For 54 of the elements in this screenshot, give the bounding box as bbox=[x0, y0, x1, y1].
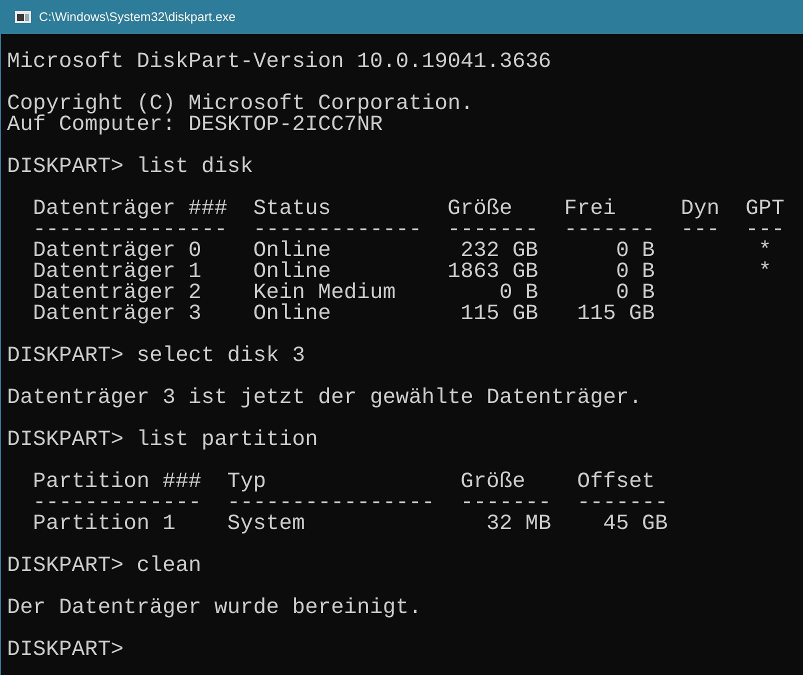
table-cell-text: 115 GB bbox=[459, 304, 538, 325]
table-cell-text: Datenträger 3 bbox=[32, 304, 202, 325]
header-rule: ------- bbox=[448, 220, 538, 241]
table-cell-text: Partition 1 bbox=[32, 514, 176, 535]
table-cell-text: Kein Medium bbox=[253, 283, 397, 304]
console-line: DISKPART> clean bbox=[7, 556, 202, 577]
table-cell-text: 0 B bbox=[614, 241, 655, 262]
table-cell-text: * bbox=[758, 262, 772, 283]
table-cell-text: * bbox=[758, 241, 772, 262]
window-title: C:\Windows\System32\diskpart.exe bbox=[39, 8, 236, 26]
console-line: Copyright (C) Microsoft Corporation. bbox=[7, 94, 474, 115]
header-rule: ---------------- bbox=[227, 493, 435, 514]
table-cell-text: 0 B bbox=[614, 262, 655, 283]
header-rule: --- bbox=[680, 220, 720, 241]
column-header: Status bbox=[253, 199, 332, 220]
header-rule: --------------- bbox=[32, 220, 228, 241]
console-line: DISKPART> list disk bbox=[7, 157, 254, 178]
column-header: Typ bbox=[227, 472, 268, 493]
header-rule: ------- bbox=[564, 220, 655, 241]
header-rule: --- bbox=[746, 220, 784, 241]
header-rule: ------------- bbox=[253, 220, 422, 241]
console-line: Datenträger 3 ist jetzt der gewählte Datenträger. bbox=[7, 388, 642, 409]
console-line: DISKPART> list partition bbox=[7, 430, 318, 451]
header-rule: ------------- bbox=[32, 493, 202, 514]
column-header: Partition ### bbox=[32, 472, 202, 493]
table-cell-text: Online bbox=[253, 241, 332, 262]
table-cell-text: 32 MB bbox=[485, 514, 552, 535]
console-line: Auf Computer: DESKTOP-2ICC7NR bbox=[7, 115, 383, 136]
column-header: Offset bbox=[577, 472, 656, 493]
table-cell-text: 0 B bbox=[614, 283, 655, 304]
table-cell-text: 45 GB bbox=[602, 514, 668, 535]
console-line: Microsoft DiskPart-Version 10.0.19041.3636 bbox=[7, 52, 552, 73]
table-cell-text: 115 GB bbox=[576, 304, 655, 325]
table-cell-text: Datenträger 0 bbox=[32, 241, 202, 262]
console-line: DISKPART> bbox=[7, 640, 124, 661]
column-header: Dyn bbox=[680, 199, 720, 220]
column-header: Größe bbox=[448, 199, 514, 220]
column-header: GPT bbox=[746, 199, 784, 220]
table-cell-text: Online bbox=[253, 304, 332, 325]
table-cell-text: Online bbox=[253, 262, 331, 283]
table-cell-text: System bbox=[227, 514, 306, 535]
table-cell-text: 0 B bbox=[498, 283, 538, 304]
table-cell: 1863 GB bbox=[448, 262, 538, 283]
table-cell-text: Datenträger 2 bbox=[32, 283, 202, 304]
console-line: DISKPART> select disk 3 bbox=[7, 346, 306, 367]
column-header: Frei bbox=[564, 199, 617, 220]
header-rule: ------- bbox=[460, 493, 552, 514]
console-line: Der Datenträger wurde bereinigt. bbox=[7, 598, 422, 619]
column-header: Größe bbox=[460, 472, 526, 493]
console-icon bbox=[15, 11, 31, 23]
table-cell-text: 232 GB bbox=[460, 241, 538, 262]
column-header: Datenträger ### bbox=[32, 199, 228, 220]
header-rule: ------- bbox=[577, 493, 668, 514]
table-cell-text: Datenträger 1 bbox=[32, 262, 202, 283]
